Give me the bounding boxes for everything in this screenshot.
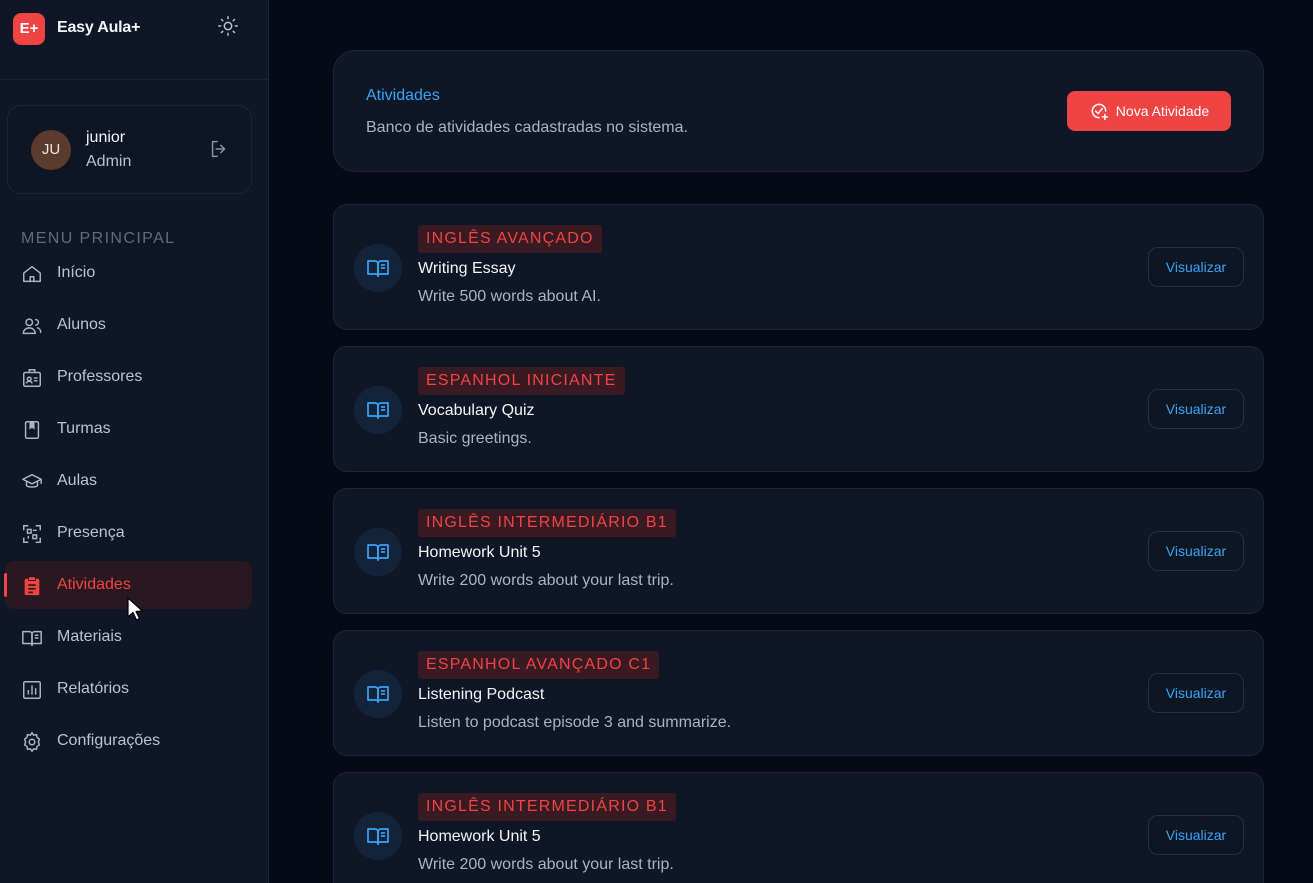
theme-toggle-button[interactable] [214, 12, 242, 40]
course-tag: INGLÊS AVANÇADO [418, 225, 602, 253]
brand-name[interactable]: Easy Aula+ [57, 19, 140, 37]
view-button[interactable]: Visualizar [1148, 673, 1244, 713]
book-open-icon [367, 260, 389, 277]
logout-icon [211, 140, 226, 158]
course-tag: ESPANHOL AVANÇADO C1 [418, 651, 660, 679]
activity-title: Writing Essay [418, 260, 516, 277]
activity-card: INGLÊS INTERMEDIÁRIO B1 Homework Unit 5 … [333, 772, 1264, 883]
page-header: Atividades Banco de atividades cadastrad… [333, 50, 1264, 172]
sidebar-item-alunos[interactable]: Alunos [5, 301, 252, 349]
activity-title: Homework Unit 5 [418, 544, 541, 561]
bar-chart-icon [23, 681, 41, 699]
menu-section-title: MENU PRINCIPAL [21, 230, 176, 247]
activity-icon-badge [354, 244, 402, 292]
sidebar-item-label: Presença [57, 524, 125, 541]
sidebar-item-label: Atividades [57, 576, 131, 593]
avatar[interactable]: JU [31, 130, 71, 170]
sidebar-item-configuracoes[interactable]: Configurações [5, 717, 252, 765]
sidebar-item-aulas[interactable]: Aulas [5, 457, 252, 505]
activity-icon-badge [354, 670, 402, 718]
home-icon [23, 265, 41, 283]
graduation-cap-icon [22, 473, 42, 488]
activity-card: INGLÊS INTERMEDIÁRIO B1 Homework Unit 5 … [333, 488, 1264, 614]
sidebar-item-professores[interactable]: Professores [5, 353, 252, 401]
activity-description: Write 200 words about your last trip. [418, 856, 674, 873]
mouse-cursor-icon [127, 597, 144, 621]
sidebar-item-label: Aulas [57, 472, 98, 489]
activity-card: INGLÊS AVANÇADO Writing Essay Write 500 … [333, 204, 1264, 330]
course-tag: INGLÊS INTERMEDIÁRIO B1 [418, 793, 676, 821]
activity-description: Write 200 words about your last trip. [418, 572, 674, 589]
brand-logo[interactable]: E+ [13, 13, 45, 45]
sidebar-item-label: Materiais [57, 628, 122, 645]
activity-card: ESPANHOL INICIANTE Vocabulary Quiz Basic… [333, 346, 1264, 472]
activity-icon-badge [354, 386, 402, 434]
sidebar: E+ Easy Aula+ JU junior Admin MENU PRINC… [0, 0, 269, 883]
activity-icon-badge [354, 528, 402, 576]
gear-icon [23, 731, 41, 753]
activity-card: ESPANHOL AVANÇADO C1 Listening Podcast L… [333, 630, 1264, 756]
activity-title: Vocabulary Quiz [418, 402, 535, 419]
notebook-icon [24, 421, 40, 439]
course-tag: ESPANHOL INICIANTE [418, 367, 625, 395]
brand: E+ Easy Aula+ [0, 0, 268, 80]
id-card-icon [23, 369, 41, 387]
book-open-icon [367, 544, 389, 561]
user-name: junior [86, 129, 126, 146]
user-role: Admin [86, 153, 132, 170]
sidebar-item-label: Configurações [57, 732, 161, 749]
sun-icon [218, 16, 238, 36]
view-button[interactable]: Visualizar [1148, 815, 1244, 855]
new-activity-button[interactable]: Nova Atividade [1067, 91, 1231, 131]
activity-icon-badge [354, 812, 402, 860]
sidebar-nav: Início Alunos Professores Turmas Aulas P… [4, 249, 252, 769]
clipboard-icon [24, 576, 40, 596]
book-open-icon [367, 828, 389, 845]
page-subtitle: Banco de atividades cadastradas no siste… [366, 119, 688, 136]
sidebar-item-label: Início [57, 264, 96, 281]
logout-button[interactable] [206, 136, 232, 162]
book-open-icon [367, 402, 389, 419]
sidebar-item-presenca[interactable]: Presença [5, 509, 252, 557]
course-tag: INGLÊS INTERMEDIÁRIO B1 [418, 509, 676, 537]
book-open-icon [367, 686, 389, 703]
page-title: Atividades [366, 87, 440, 104]
sidebar-item-label: Alunos [57, 316, 106, 333]
sidebar-item-turmas[interactable]: Turmas [5, 405, 252, 453]
view-button[interactable]: Visualizar [1148, 247, 1244, 287]
sidebar-item-inicio[interactable]: Início [5, 249, 252, 297]
sidebar-item-relatorios[interactable]: Relatórios [5, 665, 252, 713]
user-card: JU junior Admin [7, 105, 252, 194]
activity-title: Listening Podcast [418, 686, 545, 703]
view-button[interactable]: Visualizar [1148, 389, 1244, 429]
users-icon [22, 318, 42, 335]
qr-code-icon [23, 525, 41, 543]
activity-description: Listen to podcast episode 3 and summariz… [418, 714, 732, 731]
book-open-icon [22, 630, 42, 647]
activity-title: Homework Unit 5 [418, 828, 541, 845]
calendar-add-icon [1091, 103, 1108, 121]
view-button[interactable]: Visualizar [1148, 531, 1244, 571]
activity-description: Basic greetings. [418, 430, 532, 447]
sidebar-item-label: Turmas [57, 420, 111, 437]
sidebar-item-label: Relatórios [57, 680, 130, 697]
new-activity-label: Nova Atividade [1115, 103, 1210, 119]
activity-description: Write 500 words about AI. [418, 288, 601, 305]
sidebar-item-label: Professores [57, 368, 143, 385]
